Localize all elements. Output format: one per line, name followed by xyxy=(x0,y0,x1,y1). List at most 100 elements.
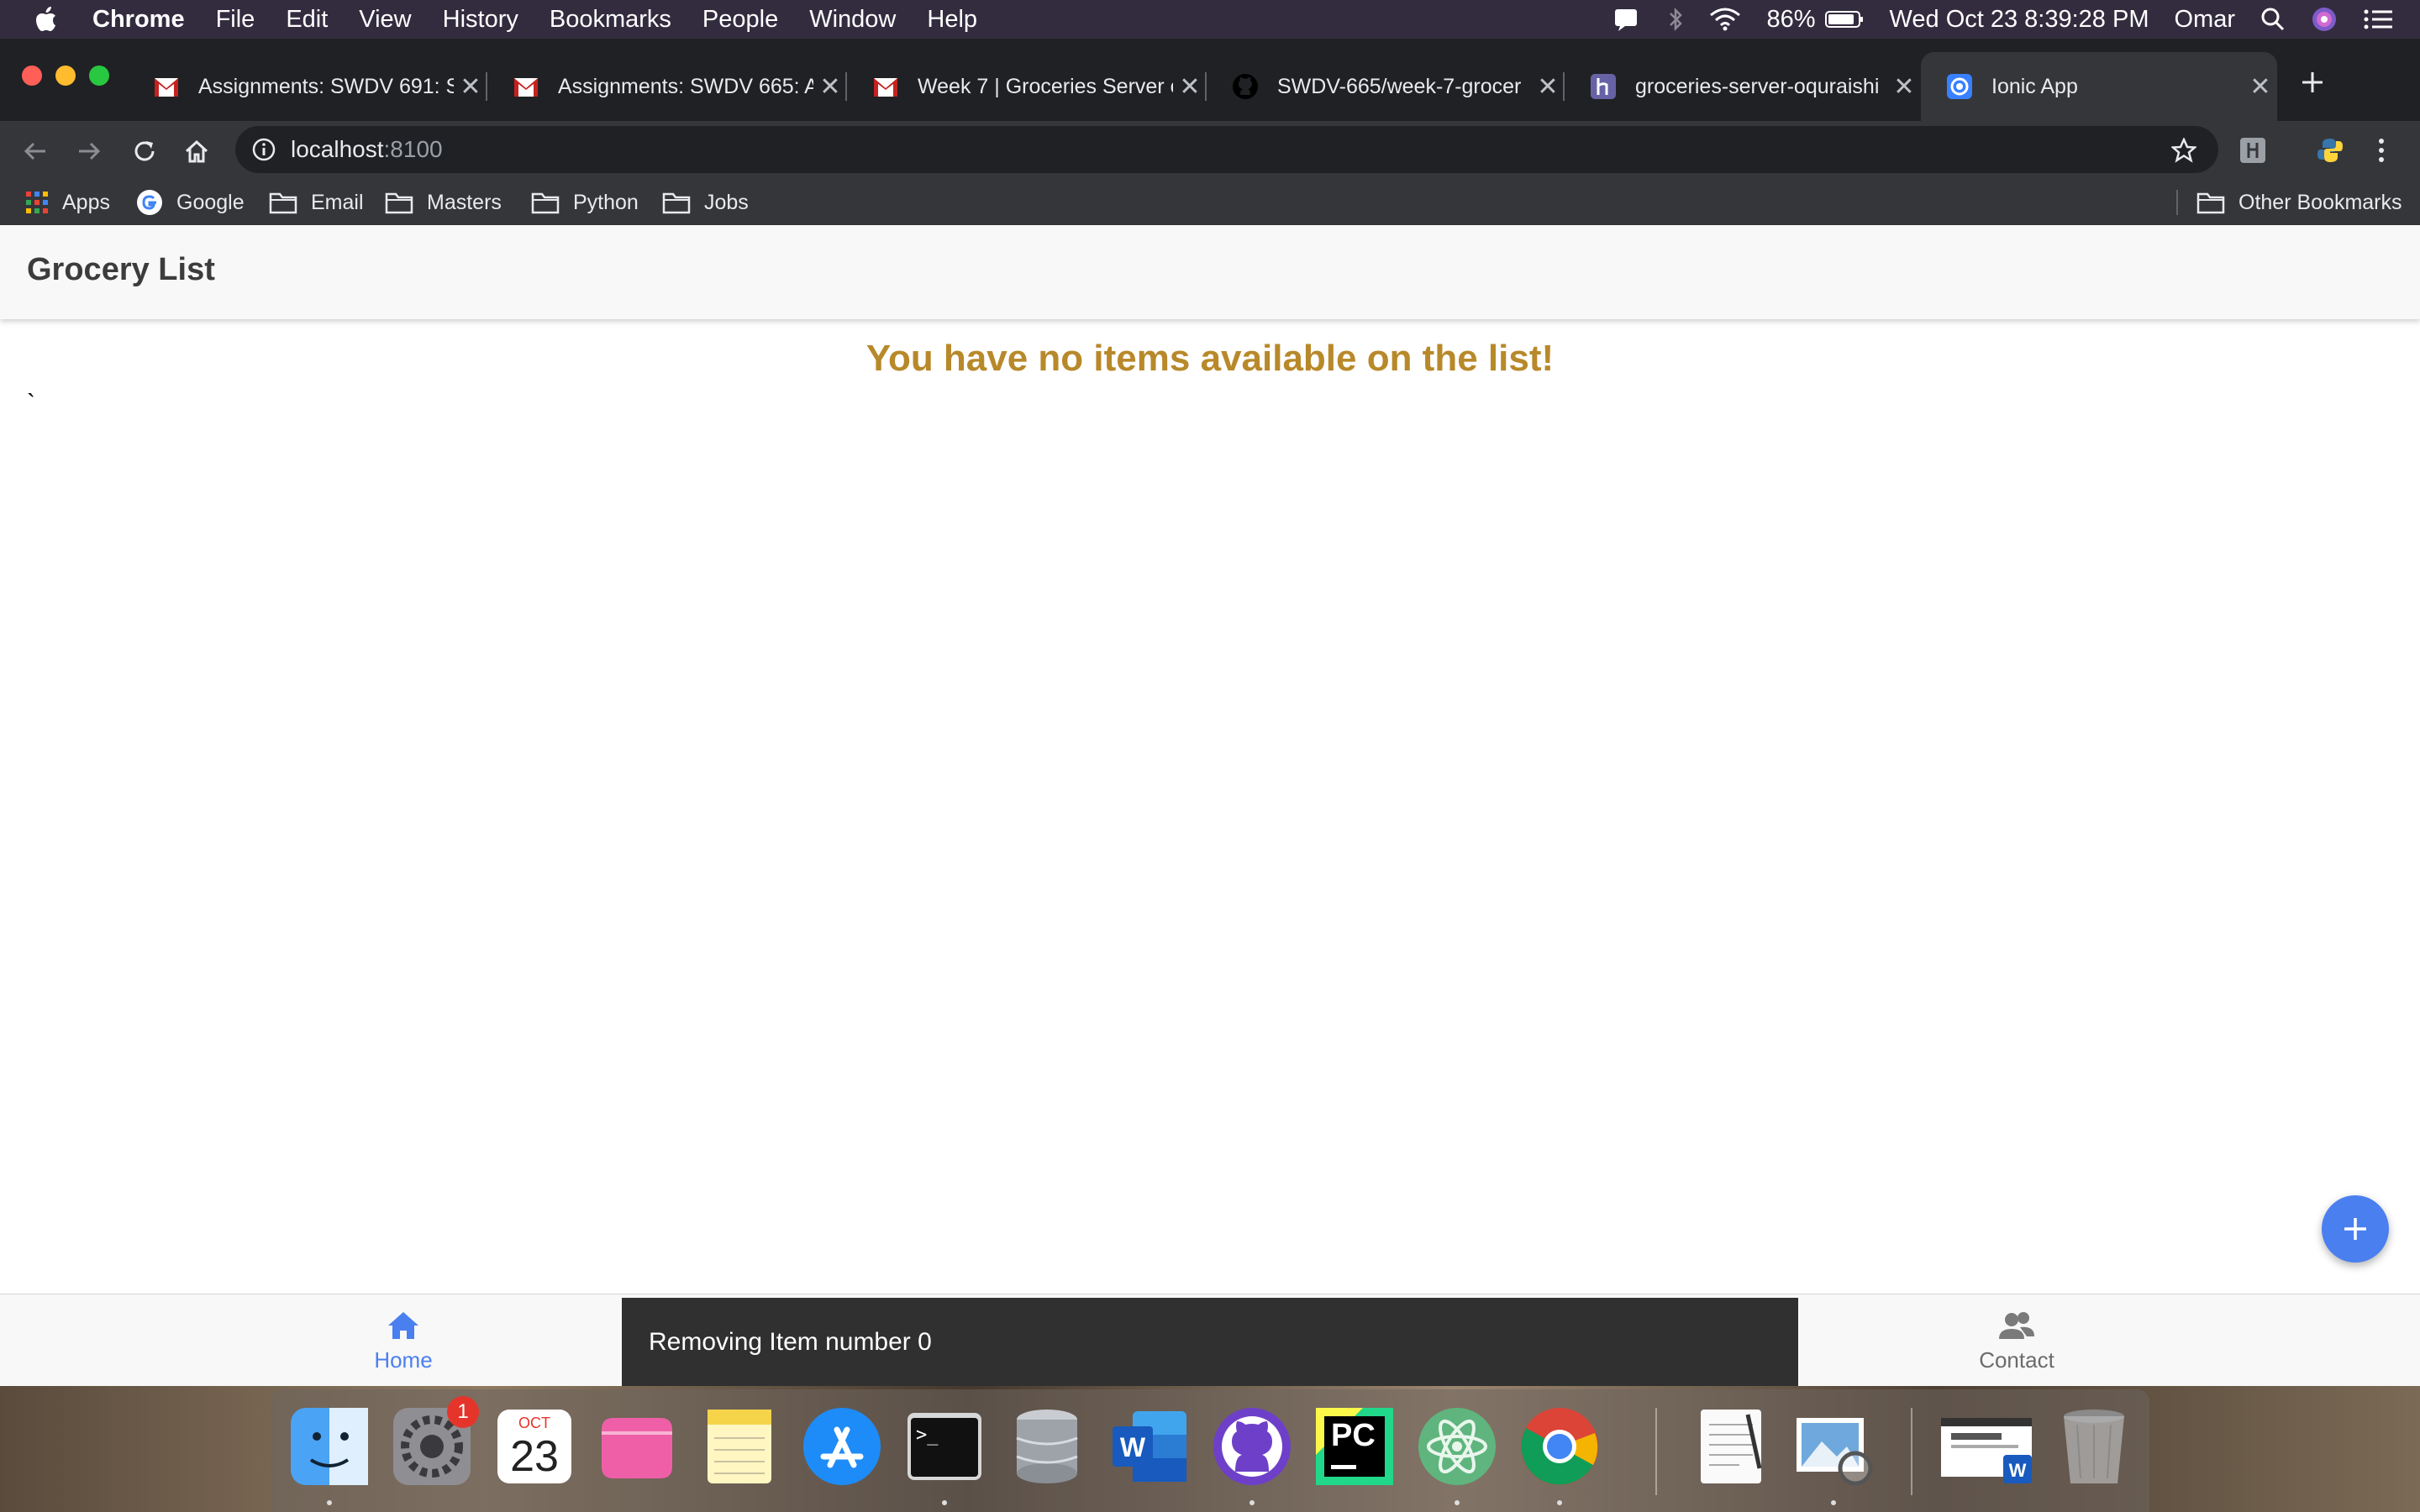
system-preferences-icon[interactable]: 1 xyxy=(390,1396,479,1488)
browser-tab[interactable]: Assignments: SWDV 691: S ✕ xyxy=(128,52,487,121)
info-icon[interactable] xyxy=(252,138,276,161)
spotlight-search-icon[interactable] xyxy=(2260,7,2286,32)
browser-toolbar: localhost:8100 xyxy=(0,121,2420,180)
star-icon[interactable] xyxy=(2171,138,2196,163)
tab-close-icon[interactable]: ✕ xyxy=(1531,72,1565,102)
trash-icon[interactable] xyxy=(2052,1404,2136,1488)
cleanmymac-icon[interactable] xyxy=(595,1404,679,1488)
notification-badge: 1 xyxy=(447,1396,479,1428)
bookmark-folder-other[interactable]: Other Bookmarks xyxy=(2196,180,2402,225)
tab-close-icon[interactable]: ✕ xyxy=(1173,72,1207,102)
chrome-window: Assignments: SWDV 691: S ✕ Assignments: … xyxy=(0,39,2420,225)
close-window-button[interactable] xyxy=(22,66,42,86)
menu-app-name[interactable]: Chrome xyxy=(92,6,185,34)
minimize-window-button[interactable] xyxy=(55,66,76,86)
bluetooth-icon[interactable] xyxy=(1667,7,1684,32)
browser-tab[interactable]: Assignments: SWDV 665: A ✕ xyxy=(487,52,847,121)
tab-close-icon[interactable]: ✕ xyxy=(813,72,847,102)
python-extension-icon[interactable] xyxy=(2316,136,2344,165)
tab-close-icon[interactable]: ✕ xyxy=(454,72,487,102)
atom-icon[interactable] xyxy=(1415,1404,1499,1488)
menu-window[interactable]: Window xyxy=(809,6,896,34)
address-port: :8100 xyxy=(383,136,443,162)
bookmark-label: Apps xyxy=(62,190,110,214)
gmail-icon xyxy=(155,78,178,97)
bookmark-apps[interactable]: Apps xyxy=(25,180,110,225)
menu-view[interactable]: View xyxy=(359,6,411,34)
tab-title: Assignments: SWDV 665: A xyxy=(558,74,813,98)
pycharm-icon[interactable]: PC xyxy=(1313,1404,1397,1488)
add-item-button[interactable] xyxy=(2322,1195,2389,1263)
app-page: Grocery List You have no items available… xyxy=(0,225,2420,1387)
menu-edit[interactable]: Edit xyxy=(286,6,328,34)
tab-title: Week 7 | Groceries Server o xyxy=(918,74,1173,98)
bookmark-folder-python[interactable]: Python xyxy=(531,180,639,225)
menu-history[interactable]: History xyxy=(443,6,518,34)
plus-icon xyxy=(2302,72,2323,92)
notification-mute-icon[interactable] xyxy=(1612,7,1642,32)
database-icon[interactable] xyxy=(1005,1404,1089,1488)
menubar-clock[interactable]: Wed Oct 23 8:39:28 PM xyxy=(1890,6,2149,34)
dock: 1 OCT 23 >_ W PC W xyxy=(271,1389,2149,1512)
textedit-icon[interactable] xyxy=(1689,1404,1773,1488)
address-bar[interactable]: localhost:8100 xyxy=(235,126,2218,173)
menu-bookmarks[interactable]: Bookmarks xyxy=(550,6,671,34)
bookmark-label: Masters xyxy=(427,190,502,214)
heroku-icon xyxy=(1591,74,1616,99)
zoom-window-button[interactable] xyxy=(89,66,109,86)
mac-menubar: Chrome File Edit View History Bookmarks … xyxy=(0,0,2420,39)
bookmark-folder-masters[interactable]: Masters xyxy=(385,180,502,225)
bookmark-folder-jobs[interactable]: Jobs xyxy=(662,180,749,225)
dock-divider xyxy=(1655,1408,1657,1495)
stray-character: ` xyxy=(27,390,35,417)
forward-icon[interactable] xyxy=(76,138,103,165)
finder-icon[interactable] xyxy=(287,1404,371,1488)
new-tab-button[interactable] xyxy=(2294,64,2331,101)
more-vert-icon[interactable] xyxy=(2371,136,2391,165)
extension-icon[interactable] xyxy=(2238,136,2267,165)
terminal-icon[interactable]: >_ xyxy=(902,1404,986,1488)
wifi-icon[interactable] xyxy=(1709,7,1741,32)
tab-contact[interactable]: Contact xyxy=(1933,1294,2101,1387)
running-indicator xyxy=(1249,1500,1255,1505)
people-icon xyxy=(1999,1311,2034,1339)
folder-icon xyxy=(269,192,297,214)
notification-center-icon[interactable] xyxy=(2363,7,2395,32)
browser-tab[interactable]: Week 7 | Groceries Server o ✕ xyxy=(847,52,1207,121)
running-indicator xyxy=(327,1500,332,1505)
github-desktop-icon[interactable] xyxy=(1210,1404,1294,1488)
preview-icon[interactable] xyxy=(1791,1404,1876,1488)
chrome-icon[interactable] xyxy=(1518,1404,1602,1488)
reload-icon[interactable] xyxy=(131,138,158,165)
pycharm-label: PC xyxy=(1331,1418,1376,1453)
svg-text:W: W xyxy=(1120,1432,1146,1462)
browser-tab[interactable]: groceries-server-oquraishi ✕ xyxy=(1565,52,1921,121)
bookmark-folder-email[interactable]: Email xyxy=(269,180,364,225)
tab-home[interactable]: Home xyxy=(319,1294,487,1387)
menu-people[interactable]: People xyxy=(702,6,778,34)
menubar-user[interactable]: Omar xyxy=(2175,6,2236,34)
menu-file[interactable]: File xyxy=(216,6,255,34)
browser-tab[interactable]: SWDV-665/week-7-grocer ✕ xyxy=(1207,52,1565,121)
calendar-icon[interactable]: OCT 23 xyxy=(492,1404,576,1488)
tab-close-icon[interactable]: ✕ xyxy=(1887,72,1921,102)
siri-icon[interactable] xyxy=(2311,6,2338,33)
apple-menu[interactable] xyxy=(0,7,92,32)
bookmark-google[interactable]: Google xyxy=(136,180,245,225)
bookmark-label: Jobs xyxy=(704,190,749,214)
word-icon[interactable]: W xyxy=(1107,1404,1192,1488)
browser-tab-active[interactable]: Ionic App ✕ xyxy=(1921,52,2277,121)
bookmark-label: Python xyxy=(573,190,639,214)
toast-text: Removing Item number 0 xyxy=(649,1327,932,1356)
app-store-icon[interactable] xyxy=(800,1404,884,1488)
minimized-window-thumbnail[interactable]: W xyxy=(1938,1404,2039,1488)
back-icon[interactable] xyxy=(22,138,49,165)
address-host: localhost xyxy=(291,136,384,162)
tab-close-icon[interactable]: ✕ xyxy=(2244,72,2277,102)
battery-icon[interactable] xyxy=(1824,9,1865,29)
plus-icon xyxy=(2344,1218,2366,1240)
notes-icon[interactable] xyxy=(697,1404,781,1488)
menu-help[interactable]: Help xyxy=(927,6,977,34)
home-icon[interactable] xyxy=(183,138,210,165)
app-header: Grocery List xyxy=(0,225,2420,319)
